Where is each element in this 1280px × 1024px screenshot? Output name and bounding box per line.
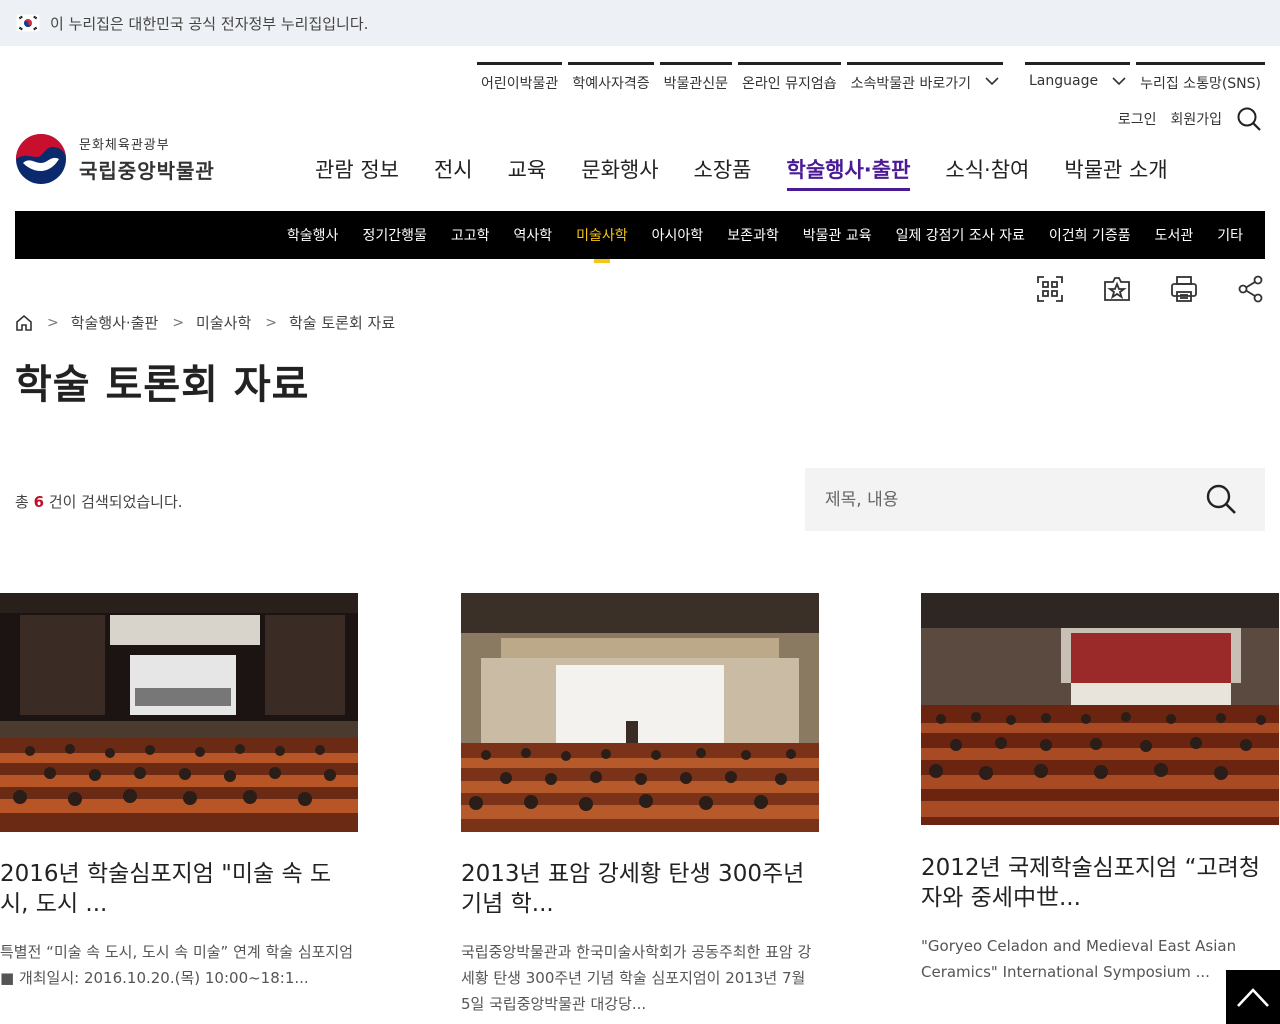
affiliated-museums-dropdown[interactable]: 소속박물관 바로가기 <box>846 62 1003 102</box>
logo-name-text: 국립중앙박물관 <box>79 159 215 183</box>
main-nav-exhibition[interactable]: 전시 <box>434 154 473 191</box>
util-link-curator-cert[interactable]: 학예사자격증 <box>568 62 654 102</box>
card-title[interactable]: 2012년 국제학술심포지엄 “고려청자와 중세中世... <box>921 853 1279 913</box>
sub-nav-history[interactable]: 역사학 <box>513 225 552 245</box>
main-nav-collection[interactable]: 소장품 <box>694 154 752 191</box>
sub-nav-conservation[interactable]: 보존과학 <box>727 225 779 245</box>
chevron-right-icon: > <box>47 314 59 331</box>
sub-nav-asian-studies[interactable]: 아시아학 <box>652 225 704 245</box>
utility-nav: 어린이박물관 학예사자격증 박물관신문 온라인 뮤지엄숍 소속박물관 바로가기 … <box>471 62 1265 102</box>
chevron-up-icon <box>1237 988 1269 1007</box>
card-title[interactable]: 2016년 학술심포지엄 "미술 속 도시, 도시 ... <box>0 859 358 919</box>
sub-nav-museum-education[interactable]: 박물관 교육 <box>803 225 872 245</box>
gov-banner: 이 누리집은 대한민국 공식 전자정부 누리집입니다. <box>0 0 1280 46</box>
chevron-right-icon: > <box>265 314 277 331</box>
logo-ministry-text: 문화체육관광부 <box>79 138 170 153</box>
chevron-down-icon <box>1112 77 1126 86</box>
favorite-star-icon[interactable] <box>1102 274 1132 304</box>
breadcrumb-item-art-history[interactable]: 미술사학 <box>196 312 251 333</box>
language-dropdown[interactable]: Language <box>1025 62 1131 102</box>
gov-banner-text: 이 누리집은 대한민국 공식 전자정부 누리집입니다. <box>50 14 369 33</box>
chevron-down-icon <box>985 77 999 86</box>
site-logo[interactable]: 문화체육관광부 국립중앙박물관 <box>15 133 215 185</box>
sub-nav-archaeology[interactable]: 고고학 <box>451 225 490 245</box>
back-to-top-button[interactable] <box>1226 970 1280 1024</box>
login-link[interactable]: 로그인 <box>1118 109 1157 129</box>
list-item[interactable]: 2013년 표암 강세황 탄생 300주년 기념 학... 국립중앙박물관과 한… <box>461 593 819 1017</box>
result-count-suffix: 건이 검색되었습니다. <box>48 493 183 511</box>
search-icon[interactable] <box>1236 106 1262 132</box>
page-title: 학술 토론회 자료 <box>15 362 310 408</box>
logo-emblem-icon <box>16 134 66 184</box>
search-input[interactable] <box>825 489 1195 510</box>
signup-link[interactable]: 회원가입 <box>1170 109 1222 129</box>
home-icon[interactable] <box>15 314 33 332</box>
thumbnail-image <box>461 593 819 832</box>
language-label: Language <box>1029 73 1099 89</box>
main-nav-education[interactable]: 교육 <box>508 154 547 191</box>
print-icon[interactable] <box>1169 274 1199 304</box>
search-icon[interactable] <box>1205 483 1237 515</box>
main-nav-cultural-events[interactable]: 문화행사 <box>581 154 658 191</box>
util-link-sns[interactable]: 누리집 소통망(SNS) <box>1136 62 1265 102</box>
card-description: 국립중앙박물관과 한국미술사학회가 공동주최한 표암 강세황 탄생 300주년 … <box>461 943 812 1013</box>
sub-nav-etc[interactable]: 기타 <box>1217 225 1243 245</box>
thumbnail-image <box>0 593 358 832</box>
sub-nav-lee-kunhee[interactable]: 이건희 기증품 <box>1049 225 1131 245</box>
sub-nav-academic-events[interactable]: 학술행사 <box>287 225 339 245</box>
search-box <box>805 468 1265 531</box>
affiliated-museums-label: 소속박물관 바로가기 <box>850 76 971 92</box>
share-icon[interactable] <box>1236 274 1266 304</box>
util-link-newspaper[interactable]: 박물관신문 <box>659 62 732 102</box>
account-links: 로그인 회원가입 <box>1104 106 1262 132</box>
result-count-number: 6 <box>33 493 45 511</box>
chevron-right-icon: > <box>172 314 185 331</box>
util-link-online-shop[interactable]: 온라인 뮤지엄숍 <box>738 62 841 102</box>
card-description: 특별전 “미술 속 도시, 도시 속 미술” 연계 학술 심포지엄 ■ 개최일시… <box>0 943 354 987</box>
main-nav-academic-publication[interactable]: 학술행사·출판 <box>786 154 911 191</box>
page-tools <box>998 274 1266 304</box>
sub-nav-library[interactable]: 도서관 <box>1155 225 1194 245</box>
card-title[interactable]: 2013년 표암 강세황 탄생 300주년 기념 학... <box>461 859 819 919</box>
sub-nav-periodicals[interactable]: 정기간행물 <box>362 225 426 245</box>
main-nav: 관람 정보 전시 교육 문화행사 소장품 학술행사·출판 소식·참여 박물관 소… <box>315 154 1203 191</box>
main-nav-about[interactable]: 박물관 소개 <box>1064 154 1167 191</box>
breadcrumb: > 학술행사·출판 > 미술사학 > 학술 토론회 자료 <box>15 312 395 333</box>
list-item[interactable]: 2016년 학술심포지엄 "미술 속 도시, 도시 ... 특별전 “미술 속 … <box>0 593 358 991</box>
breadcrumb-item-current: 학술 토론회 자료 <box>288 314 396 332</box>
result-count-prefix: 총 <box>15 493 29 511</box>
sub-nav-colonial-survey[interactable]: 일제 강점기 조사 자료 <box>896 225 1025 245</box>
qr-code-icon[interactable] <box>1035 274 1065 304</box>
result-count: 총 6 건이 검색되었습니다. <box>15 491 183 512</box>
list-item[interactable]: 2012년 국제학술심포지엄 “고려청자와 중세中世... "Goryeo Ce… <box>921 593 1279 985</box>
sub-nav-art-history[interactable]: 미술사학 <box>576 225 628 245</box>
sub-nav: 학술행사 정기간행물 고고학 역사학 미술사학 아시아학 보존과학 박물관 교육… <box>15 211 1265 259</box>
korea-flag-icon <box>16 14 40 32</box>
main-nav-visit-info[interactable]: 관람 정보 <box>315 154 399 191</box>
util-link-kids-museum[interactable]: 어린이박물관 <box>477 62 563 102</box>
breadcrumb-item-academic[interactable]: 학술행사·출판 <box>71 312 159 333</box>
thumbnail-image <box>921 593 1279 825</box>
main-nav-news-participation[interactable]: 소식·참여 <box>945 154 1029 191</box>
